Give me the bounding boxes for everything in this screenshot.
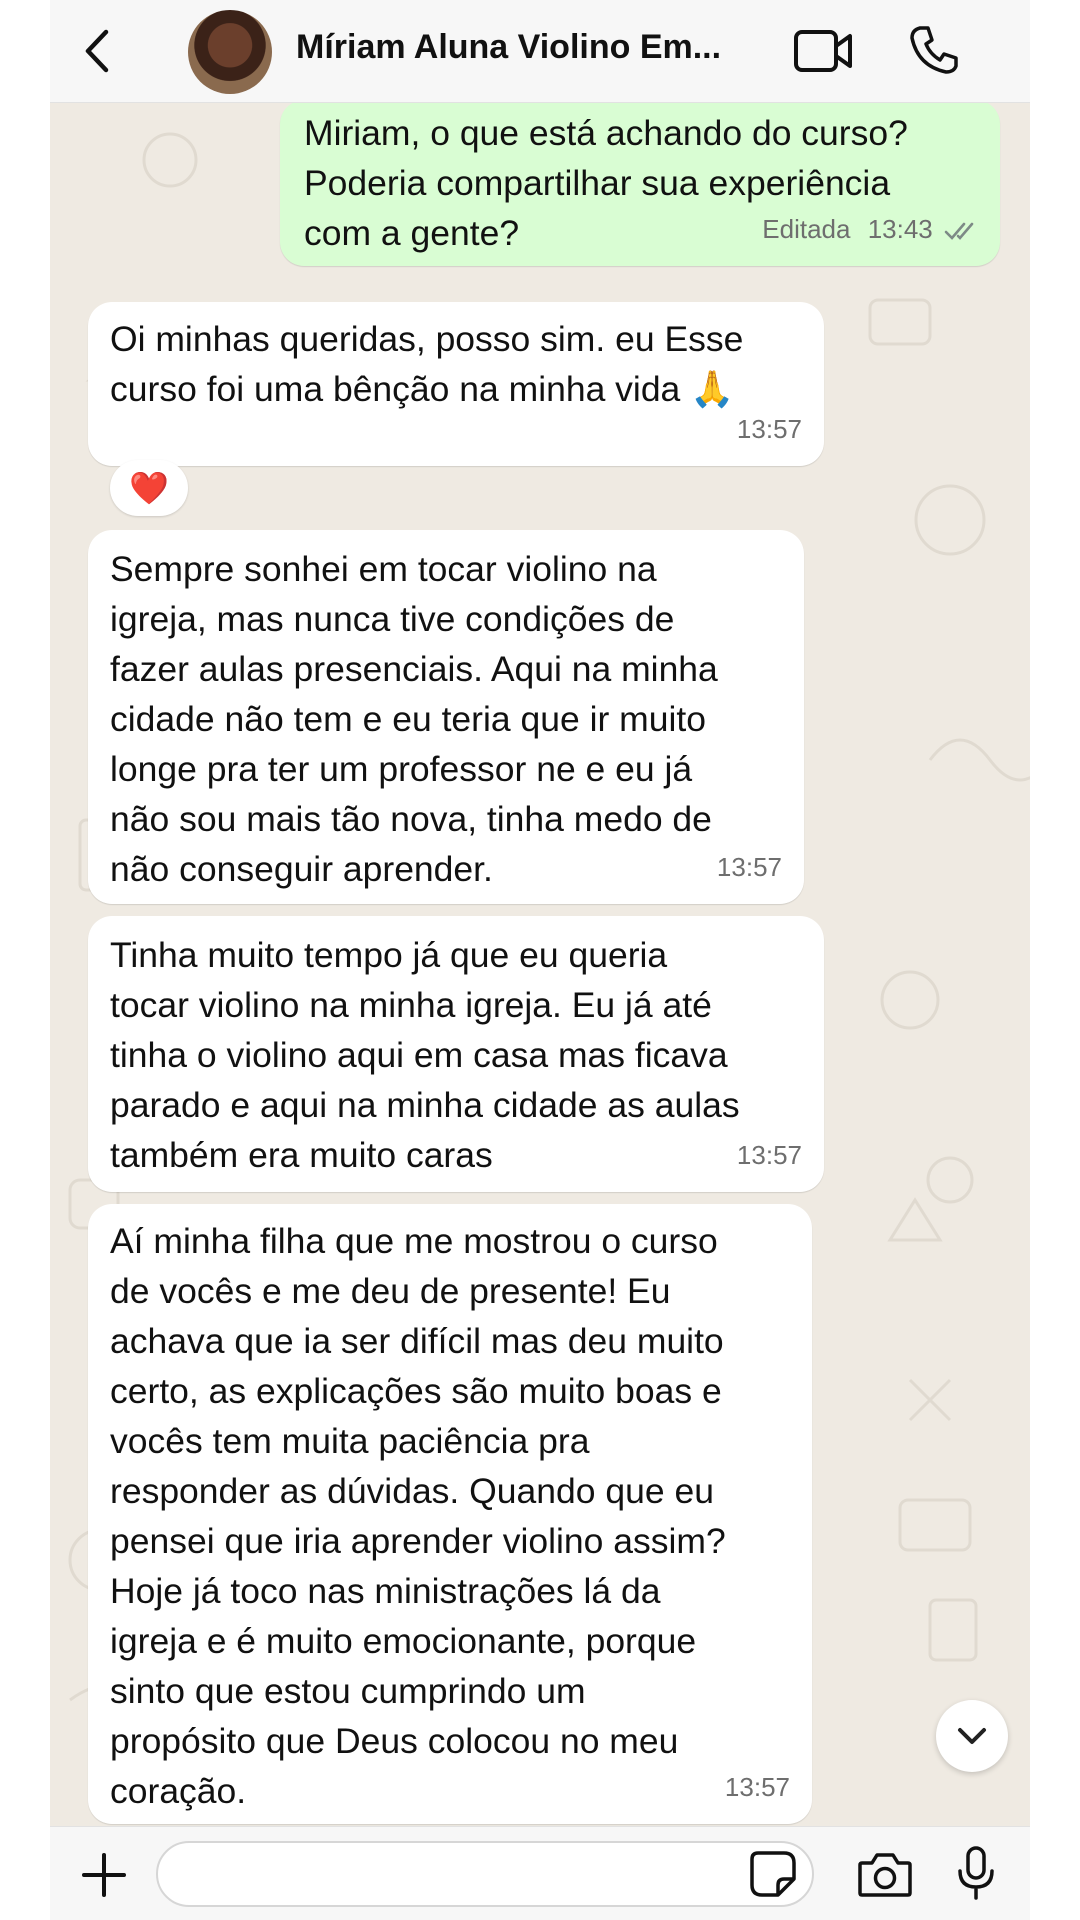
edited-label: Editada [762,214,851,244]
plus-icon [82,1853,126,1897]
message-text: Oi minhas queridas, posso sim. eu Esse c… [110,319,744,409]
phone-icon [910,26,958,74]
video-camera-icon [794,30,852,72]
chat-header: Míriam Aluna Violino Em... [50,0,1030,103]
message-text: Sempre sonhei em tocar violino na igreja… [110,549,718,889]
message-text: Tinha muito tempo já que eu queria tocar… [110,935,740,1175]
video-call-button[interactable] [792,24,856,78]
reaction-heart[interactable]: ❤️ [110,460,188,516]
voice-call-button[interactable] [906,22,962,78]
microphone-button[interactable] [956,1845,996,1901]
chevron-left-icon [85,29,109,73]
message-bubble-outgoing[interactable]: Miriam, o que está achando do curso? Pod… [280,100,1000,266]
sticker-button[interactable] [748,1849,798,1899]
message-time: 13:57 [736,1140,802,1170]
message-time: 13:57 [724,1772,790,1802]
message-meta: Editada 13:43 [762,204,978,254]
camera-button[interactable] [856,1849,914,1899]
avatar[interactable] [188,10,272,94]
camera-icon [858,1853,912,1897]
sticker-icon [750,1851,796,1897]
double-check-icon [944,220,978,242]
composer-bar [50,1826,1030,1920]
chat-screen: Míriam Aluna Violino Em... Miriam, o que… [50,0,1030,1920]
message-text: Aí minha filha que me mostrou o curso de… [110,1221,726,1811]
chevron-down-icon [958,1728,986,1744]
back-button[interactable] [72,24,126,78]
message-time: 13:57 [736,414,802,444]
contact-name[interactable]: Míriam Aluna Violino Em... [296,28,766,67]
microphone-icon [958,1846,994,1900]
message-input[interactable] [156,1841,814,1907]
message-bubble-incoming[interactable]: Tinha muito tempo já que eu queria tocar… [88,916,824,1192]
scroll-to-bottom-button[interactable] [936,1700,1008,1772]
message-time: 13:43 [867,214,933,244]
message-bubble-incoming[interactable]: Sempre sonhei em tocar violino na igreja… [88,530,804,904]
message-bubble-incoming[interactable]: Oi minhas queridas, posso sim. eu Esse c… [88,302,824,466]
message-time: 13:57 [716,852,782,882]
message-bubble-incoming[interactable]: Aí minha filha que me mostrou o curso de… [88,1204,812,1824]
attach-button[interactable] [78,1849,130,1901]
